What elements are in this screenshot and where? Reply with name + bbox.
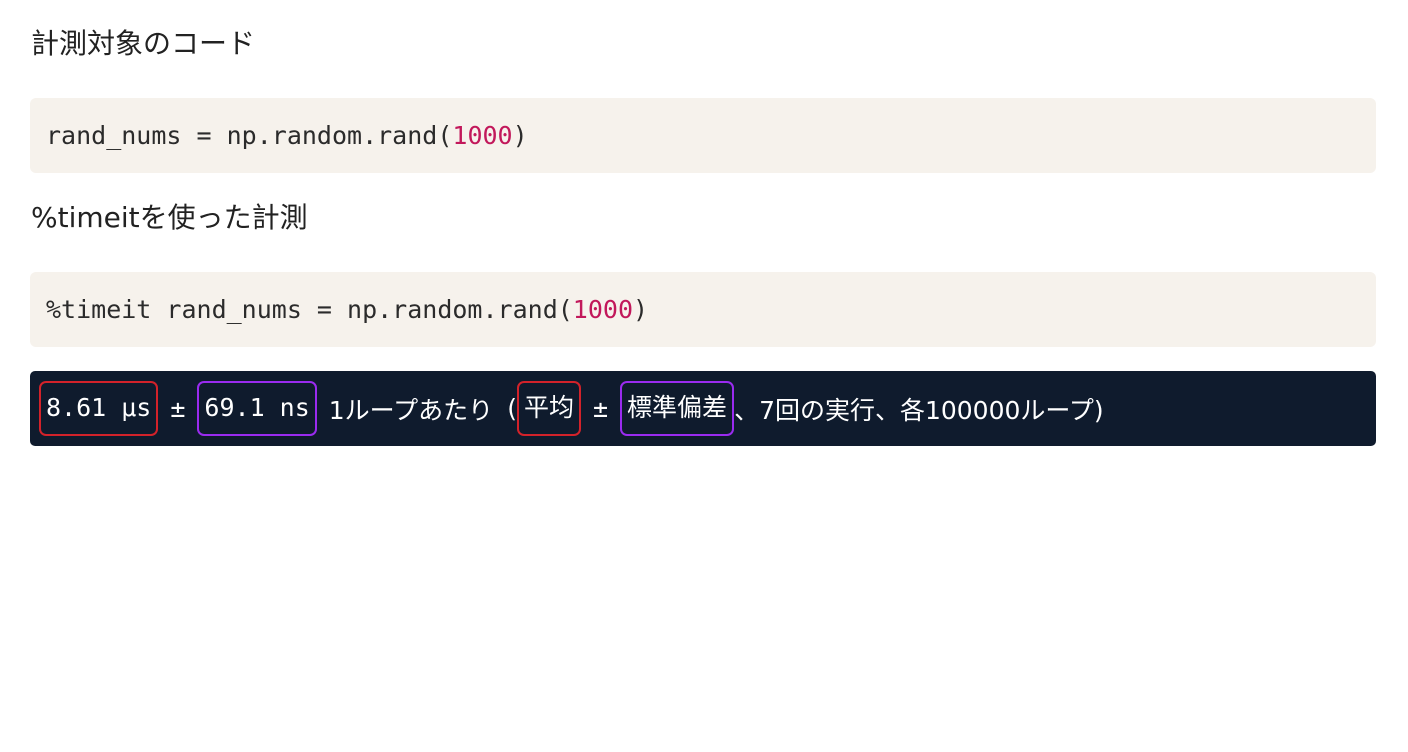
- open-paren: (: [507, 394, 517, 423]
- std-value-highlight: 69.1 ns: [197, 381, 317, 436]
- timeit-output: 8.61 μs ± 69.1 ns 1ループあたり ( 平均 ± 標準偏差 、7…: [30, 371, 1376, 446]
- code-number-literal: 1000: [572, 295, 634, 324]
- code-block-target[interactable]: rand_nums = np.random.rand(1000): [30, 98, 1376, 173]
- code-text-suffix: ): [633, 295, 649, 324]
- section-heading-timeit: %timeitを使った計測: [31, 201, 308, 234]
- run-info-text: 、7回の実行、各100000ループ): [734, 395, 1104, 425]
- per-loop-text: 1ループあたり: [328, 395, 494, 425]
- code-text-prefix: rand_nums = np.random.rand(: [46, 121, 453, 150]
- code-text-suffix: ): [512, 121, 528, 150]
- code-number-literal: 1000: [452, 121, 513, 150]
- code-block-timeit[interactable]: %timeit rand_nums = np.random.rand(1000): [30, 272, 1376, 347]
- std-label-highlight: 標準偏差: [620, 381, 735, 436]
- mean-label-highlight: 平均: [516, 381, 581, 436]
- plus-minus-sign: ±: [170, 394, 186, 423]
- plus-minus-sign: ±: [592, 394, 609, 423]
- code-text-prefix: %timeit rand_nums = np.random.rand(: [46, 295, 573, 324]
- mean-value-highlight: 8.61 μs: [39, 381, 159, 436]
- page: 計測対象のコード rand_nums = np.random.rand(1000…: [0, 0, 1408, 752]
- section-heading-target-code: 計測対象のコード: [31, 27, 256, 60]
